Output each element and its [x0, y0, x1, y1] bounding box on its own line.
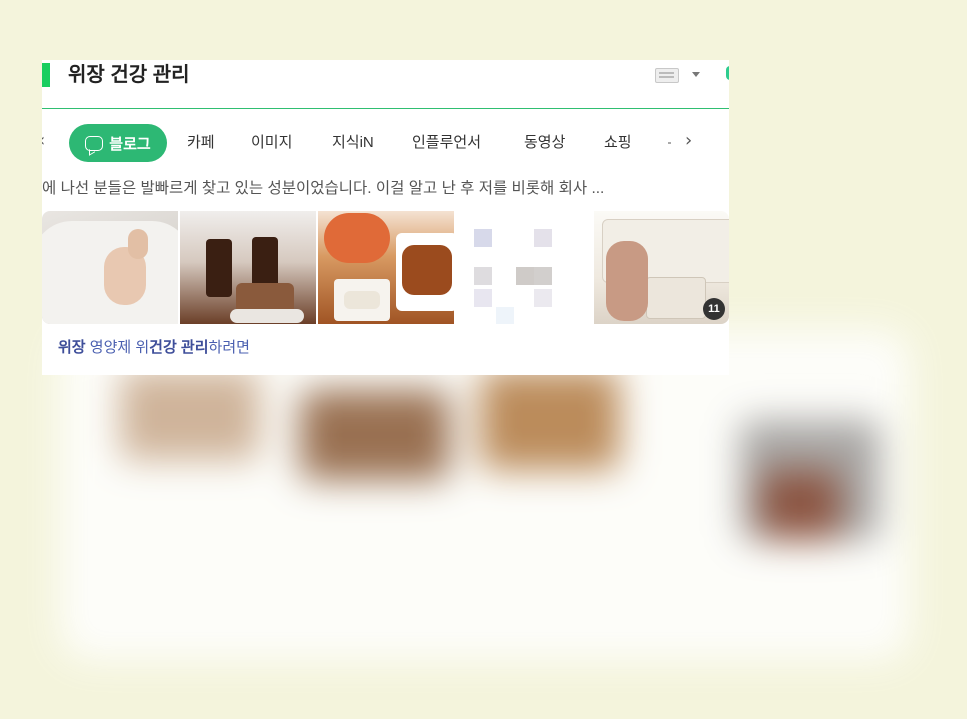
tab-kin[interactable]: 지식iN [332, 124, 374, 162]
search-button-edge[interactable] [726, 66, 729, 80]
caret-down-icon[interactable] [692, 72, 700, 77]
tab-influencer[interactable]: 인플루언서 [412, 124, 481, 162]
title-part: 위장 [58, 339, 86, 356]
tab-overflow-hint [668, 142, 671, 144]
tab-bar: ‹ 블로그 카페 이미지 지식iN 인플루언서 동영상 쇼핑 › [42, 124, 729, 162]
result-title-link[interactable]: 위장 영양제 위건강 관리하려면 [58, 337, 250, 359]
title-part: 영양제 위 [85, 339, 150, 356]
tab-shopping[interactable]: 쇼핑 [604, 124, 632, 162]
thumbnail-strip: 11 [42, 211, 729, 324]
tab-blog-label: 블로그 [109, 135, 151, 153]
tab-blog[interactable]: 블로그 [69, 124, 167, 162]
tab-video[interactable]: 동영상 [524, 124, 565, 162]
chevron-left-icon[interactable]: ‹ [42, 130, 45, 151]
title-part: 건강 관리 [149, 339, 209, 356]
thumbnail-image[interactable] [42, 211, 178, 324]
search-accent-bar [42, 63, 50, 87]
tab-image[interactable]: 이미지 [251, 124, 292, 162]
search-result-card: 위장 건강 관리 ‹ 블로그 카페 이미지 지식iN 인플루언서 동영상 쇼핑 … [42, 60, 729, 375]
search-input[interactable]: 위장 건강 관리 [68, 60, 190, 90]
tab-cafe[interactable]: 카페 [187, 124, 215, 162]
image-count-badge: 11 [703, 298, 725, 320]
chevron-right-icon[interactable]: › [685, 130, 692, 151]
search-bar[interactable]: 위장 건강 관리 [42, 60, 729, 109]
thumbnail-image-blurred[interactable] [456, 211, 592, 324]
result-snippet[interactable]: 에 나선 분들은 발빠르게 찾고 있는 성분이었습니다. 이걸 알고 난 후 저… [42, 176, 729, 202]
title-part: 하려면 [208, 339, 250, 356]
thumbnail-image[interactable]: 11 [594, 211, 729, 324]
blurred-background [60, 330, 910, 660]
keyboard-icon[interactable] [655, 68, 679, 83]
thumbnail-image[interactable] [180, 211, 316, 324]
thumbnail-image[interactable] [318, 211, 454, 324]
speech-bubble-icon [85, 135, 104, 151]
